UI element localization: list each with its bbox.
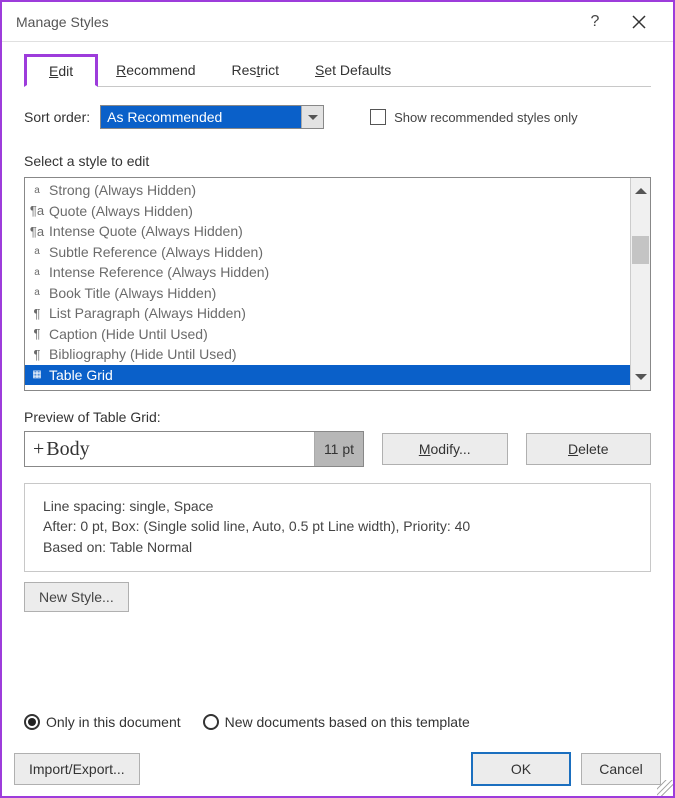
style-item[interactable]: ¶ Bibliography (Hide Until Used) [25, 344, 630, 365]
scroll-up-icon[interactable] [631, 178, 650, 198]
radio-new-documents-template[interactable]: New documents based on this template [203, 714, 470, 730]
style-name: List Paragraph (Always Hidden) [49, 305, 246, 321]
style-item[interactable]: ¶ Caption (Hide Until Used) [25, 324, 630, 345]
title-bar: Manage Styles ? [2, 2, 673, 42]
scroll-thumb[interactable] [632, 236, 649, 264]
style-name: Book Title (Always Hidden) [49, 285, 216, 301]
style-type-icon: a [29, 287, 45, 298]
style-item[interactable]: a Strong (Always Hidden) [25, 180, 630, 201]
import-export-button[interactable]: Import/Export... [14, 753, 140, 785]
sort-order-dropdown[interactable]: As Recommended [100, 105, 324, 129]
style-item[interactable]: ¶ List Paragraph (Always Hidden) [25, 303, 630, 324]
show-recommended-checkbox[interactable] [370, 109, 386, 125]
radio-icon [203, 714, 219, 730]
style-type-icon: a [29, 246, 45, 257]
scroll-track[interactable] [631, 198, 650, 370]
scroll-down-icon[interactable] [631, 370, 650, 390]
style-type-icon: ¶ [29, 326, 45, 341]
sort-order-label: Sort order: [24, 109, 90, 125]
style-listbox[interactable]: aStrong (Always Hidden)¶aQuote (Always H… [24, 177, 651, 391]
desc-line: After: 0 pt, Box: (Single solid line, Au… [43, 516, 634, 536]
desc-line: Based on: Table Normal [43, 537, 634, 557]
style-item[interactable]: a Book Title (Always Hidden) [25, 283, 630, 304]
style-item[interactable]: a Intense Reference (Always Hidden) [25, 262, 630, 283]
scrollbar[interactable] [630, 178, 650, 390]
close-icon[interactable] [617, 2, 661, 42]
style-item[interactable]: ¶a Intense Quote (Always Hidden) [25, 221, 630, 242]
style-type-icon: a [29, 185, 45, 196]
preview-font-sample: +Body [25, 432, 315, 466]
preview-font-size: 11 pt [315, 432, 363, 466]
modify-button[interactable]: Modify... [382, 433, 508, 465]
chevron-down-icon[interactable] [301, 106, 323, 128]
style-type-icon: ¶ [29, 306, 45, 321]
style-name: Bibliography (Hide Until Used) [49, 346, 237, 362]
style-name: Quote (Always Hidden) [49, 203, 193, 219]
tab-restrict[interactable]: Restrict [214, 54, 297, 86]
style-name: Intense Reference (Always Hidden) [49, 264, 269, 280]
tab-set-defaults[interactable]: Set Defaults [297, 54, 409, 86]
tab-edit[interactable]: Edit [24, 54, 98, 87]
style-type-icon: a [29, 267, 45, 278]
help-icon[interactable]: ? [573, 2, 617, 42]
desc-line: Line spacing: single, Space [43, 496, 634, 516]
style-name: Intense Quote (Always Hidden) [49, 223, 243, 239]
style-type-icon: ¶a [29, 203, 45, 218]
style-name: Subtle Reference (Always Hidden) [49, 244, 263, 260]
cancel-button[interactable]: Cancel [581, 753, 661, 785]
radio-only-this-document[interactable]: Only in this document [24, 714, 181, 730]
show-recommended-label: Show recommended styles only [394, 110, 578, 125]
style-type-icon: ▦ [29, 369, 45, 380]
sort-order-selected: As Recommended [101, 106, 301, 128]
delete-button[interactable]: Delete [526, 433, 652, 465]
window-title: Manage Styles [16, 14, 573, 30]
select-style-label: Select a style to edit [24, 153, 651, 169]
preview-box: +Body 11 pt [24, 431, 364, 467]
style-item[interactable]: a Subtle Reference (Always Hidden) [25, 242, 630, 263]
style-name: Caption (Hide Until Used) [49, 326, 208, 342]
tab-strip: Edit Recommend Restrict Set Defaults [24, 54, 651, 87]
style-name: Strong (Always Hidden) [49, 182, 196, 198]
preview-label: Preview of Table Grid: [24, 409, 651, 425]
style-name: Table Grid [49, 367, 113, 383]
ok-button[interactable]: OK [471, 752, 571, 786]
style-item[interactable]: ¶a Quote (Always Hidden) [25, 201, 630, 222]
resize-grip-icon[interactable] [657, 780, 673, 796]
new-style-button[interactable]: New Style... [24, 582, 129, 612]
style-type-icon: ¶ [29, 347, 45, 362]
style-item[interactable]: ▦ Table Grid [25, 365, 630, 386]
style-description: Line spacing: single, Space After: 0 pt,… [24, 483, 651, 572]
style-type-icon: ¶a [29, 224, 45, 239]
tab-recommend[interactable]: Recommend [98, 54, 213, 86]
radio-icon [24, 714, 40, 730]
